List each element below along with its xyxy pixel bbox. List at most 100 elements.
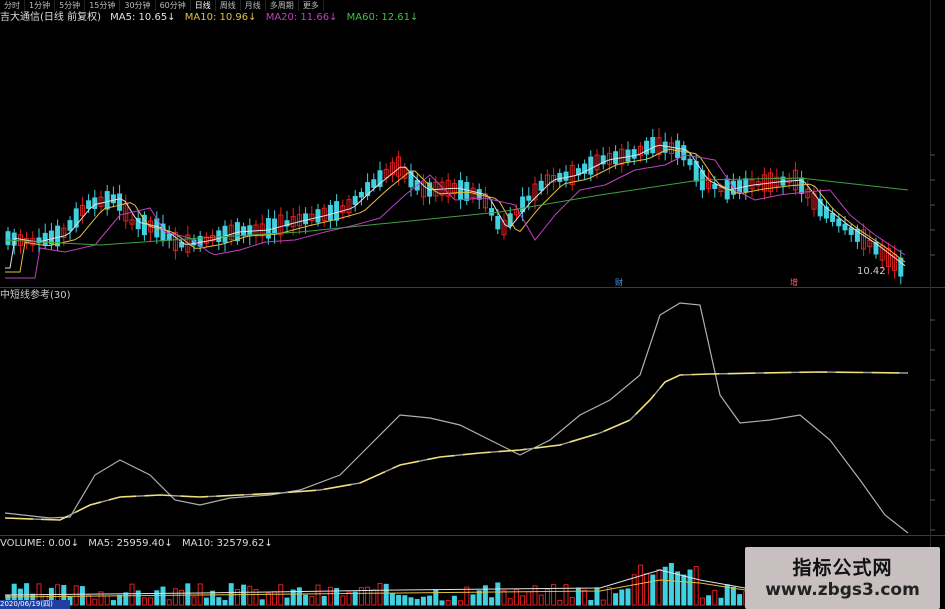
candle-body: [489, 208, 495, 216]
volume-bar: [389, 593, 395, 606]
candle-body: [303, 213, 309, 225]
volume-bar: [445, 599, 451, 606]
volume-bar: [197, 583, 203, 606]
volume-bar: [563, 584, 569, 606]
volume-bar: [650, 574, 656, 606]
candle-body: [836, 218, 842, 227]
candle-body: [5, 231, 11, 246]
volume-bar: [377, 582, 383, 606]
volume-bar: [451, 595, 457, 606]
volume-bar: [507, 598, 513, 606]
chart-canvas: [4, 128, 935, 606]
candle-body: [712, 183, 718, 190]
volume-bar: [154, 590, 160, 606]
candle-body: [613, 151, 619, 165]
volume-bar: [718, 597, 724, 606]
volume-bar: [321, 596, 327, 606]
volume-bar: [588, 599, 594, 606]
indicator-gray-line: [4, 302, 909, 534]
candle-body: [625, 149, 631, 162]
volume-bar: [278, 584, 284, 606]
volume-bar: [526, 591, 532, 606]
ma5-line: [5, 144, 906, 269]
volume-bar: [569, 596, 575, 606]
volume-bar: [73, 585, 79, 606]
volume-bar: [117, 594, 123, 606]
finance-marker[interactable]: 财: [615, 277, 623, 288]
candle-body: [681, 145, 687, 161]
indicator-gray-overlay: [4, 371, 909, 521]
volume-bar: [582, 589, 588, 606]
volume-bar: [265, 592, 271, 606]
candle-body: [327, 204, 333, 221]
watermark: 指标公式网 www.zbgs3.com: [745, 547, 940, 609]
candle-body: [234, 222, 240, 242]
candle-body: [526, 195, 532, 201]
candle-body: [830, 212, 836, 222]
volume-bar: [284, 597, 290, 606]
volume-bar: [272, 591, 278, 606]
volume-bar: [352, 591, 358, 606]
price-low-label: 10.42: [857, 266, 886, 277]
volume-bar: [296, 587, 302, 606]
candle-body: [352, 195, 358, 205]
volume-bar: [315, 584, 321, 606]
candle-body: [371, 179, 377, 188]
volume-bar: [396, 594, 402, 606]
volume-bar: [520, 595, 526, 606]
volume-bar: [340, 595, 346, 606]
volume-bar: [222, 600, 228, 606]
volume-bar: [656, 568, 662, 606]
candle-body: [557, 172, 563, 182]
volume-bar: [383, 583, 389, 606]
volume-bar: [551, 584, 557, 606]
volume-bar: [414, 599, 420, 606]
candle-body: [358, 192, 364, 198]
volume-bar: [706, 595, 712, 606]
candle-body: [86, 200, 92, 209]
volume-bar: [92, 598, 98, 606]
volume-bar: [179, 589, 185, 606]
candle-body: [563, 171, 569, 181]
candle-body: [898, 257, 904, 277]
candle-body: [842, 223, 848, 231]
volume-bar: [495, 582, 501, 606]
volume-bar: [730, 586, 736, 606]
candle-body: [631, 149, 637, 159]
candle-body: [848, 227, 854, 235]
candle-body: [67, 220, 73, 231]
candle-body: [588, 156, 594, 175]
candle-body: [458, 180, 464, 200]
volume-bar: [309, 596, 315, 606]
volume-bar: [135, 590, 141, 606]
candle-body: [334, 201, 340, 221]
volume-bar: [247, 585, 253, 606]
volume-ma5-line: [4, 569, 746, 596]
volume-bar: [290, 589, 296, 606]
volume-bar: [600, 599, 606, 606]
candle-body: [73, 208, 79, 228]
candle-body: [166, 233, 172, 241]
volume-bar: [141, 597, 147, 606]
increase-marker[interactable]: 增: [790, 277, 798, 288]
volume-bar: [699, 597, 705, 606]
candle-body: [92, 197, 98, 209]
volume-bar: [476, 590, 482, 606]
volume-bar: [470, 594, 476, 606]
candle-body: [687, 158, 693, 166]
candle-body: [743, 178, 749, 193]
candle-body: [315, 209, 321, 223]
volume-bar: [166, 599, 172, 606]
volume-bar: [259, 599, 265, 606]
volume-bar: [402, 595, 408, 606]
volume-bar: [234, 588, 240, 606]
indicator-yellow-line: [4, 371, 909, 521]
candle-body: [42, 232, 48, 245]
volume-bar: [625, 588, 631, 606]
volume-bar: [123, 592, 129, 606]
candle-body: [222, 225, 228, 243]
candle-body: [216, 230, 222, 243]
volume-bar: [637, 564, 643, 606]
volume-bar: [216, 597, 222, 606]
volume-bar: [662, 566, 668, 606]
